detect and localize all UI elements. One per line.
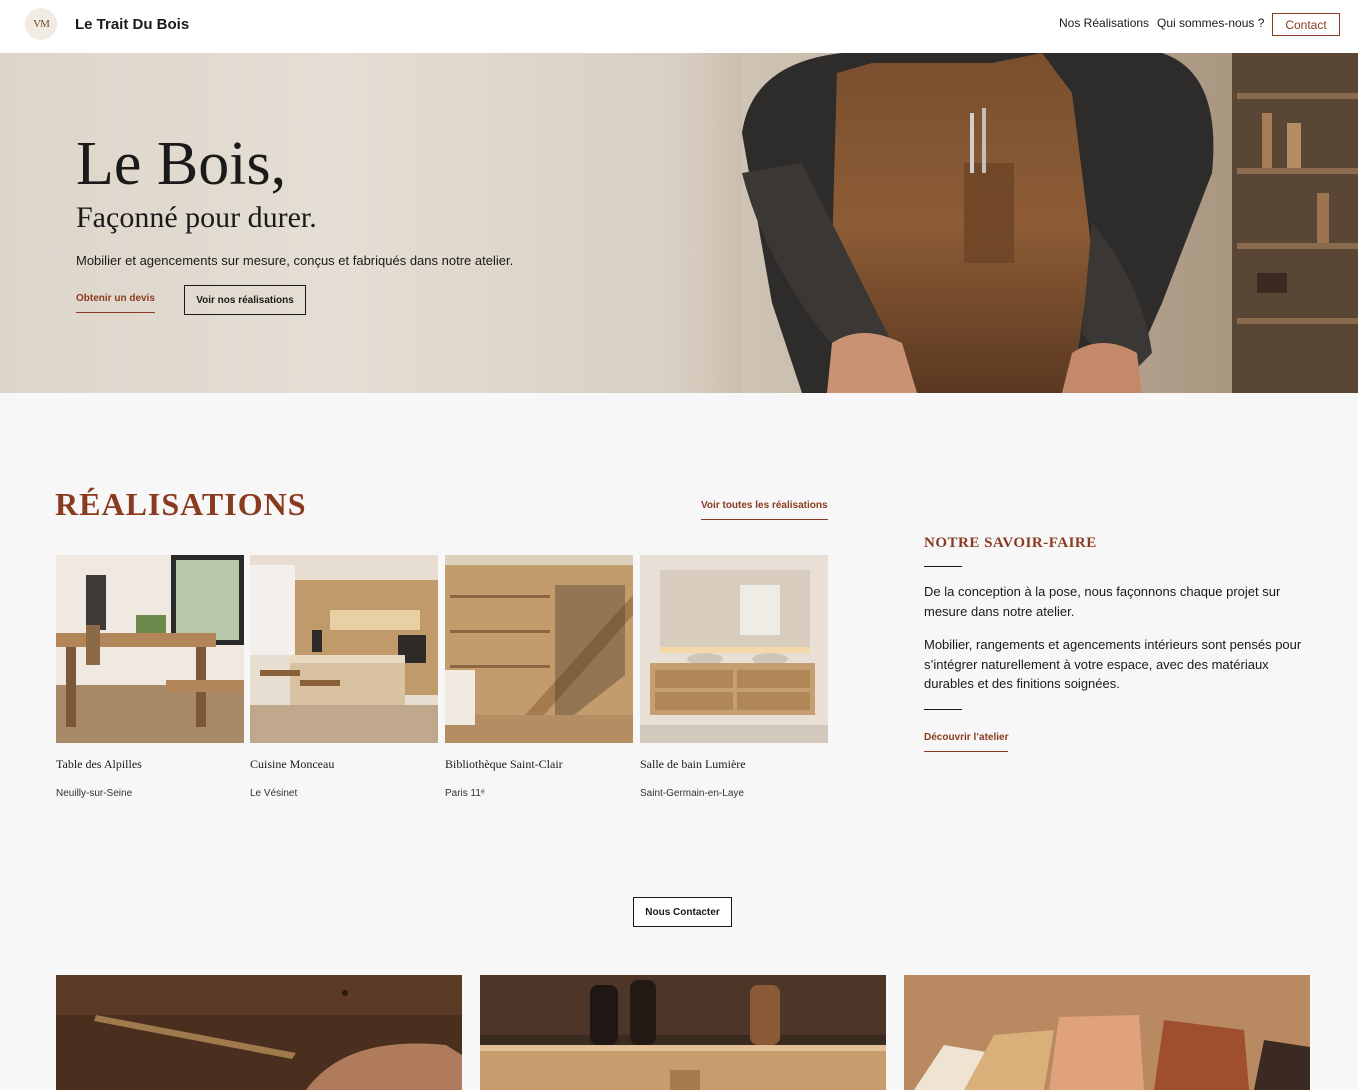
brand-logo-icon[interactable]: VM <box>25 8 57 40</box>
get-quote-link[interactable]: Obtenir un devis <box>76 293 155 313</box>
carpenter-photo <box>742 53 1358 393</box>
work-title: Salle de bain Lumière <box>640 757 746 771</box>
work-card[interactable]: Cuisine Monceau Le Vésinet <box>250 555 438 799</box>
site-header: VM Le Trait Du Bois Nos Réalisations Qui… <box>0 0 1358 53</box>
work-card[interactable]: Salle de bain Lumière Saint-Germain-en-L… <box>640 555 828 799</box>
hero-subtitle: Façonné pour durer. <box>76 201 317 234</box>
work-card[interactable]: Table des Alpilles Neuilly-sur-Seine <box>56 555 244 799</box>
pencil-on-wood-photo <box>56 975 462 1090</box>
realisations-title: RÉALISATIONS <box>55 486 307 522</box>
work-card[interactable]: Bibliothèque Saint-Clair Paris 11ᵉ <box>445 555 633 799</box>
table-photo <box>56 555 244 743</box>
divider <box>924 709 962 710</box>
savoir-faire-paragraph: Mobilier, rangements et agencements inté… <box>924 637 1302 691</box>
bookshelf-photo <box>445 555 633 743</box>
work-location: Paris 11ᵉ <box>445 788 485 799</box>
savoir-faire-paragraph: De la conception à la pose, nous façonno… <box>924 584 1281 619</box>
work-location: Neuilly-sur-Seine <box>56 788 133 799</box>
bathroom-photo <box>640 555 828 743</box>
hero-title: Le Bois, <box>76 130 287 198</box>
see-all-works-link[interactable]: Voir toutes les réalisations <box>701 500 828 520</box>
nav-about-link[interactable]: Qui sommes-nous ? <box>1157 16 1264 30</box>
savoir-faire-title: NOTRE SAVOIR-FAIRE <box>924 535 1097 551</box>
nav-realisations-link[interactable]: Nos Réalisations <box>1059 16 1149 30</box>
brand-name[interactable]: Le Trait Du Bois <box>75 16 189 33</box>
work-title: Table des Alpilles <box>56 757 142 771</box>
contact-us-button[interactable]: Nous Contacter <box>633 897 732 927</box>
chisels-photo <box>480 975 886 1090</box>
view-works-button[interactable]: Voir nos réalisations <box>184 285 306 315</box>
work-location: Saint-Germain-en-Laye <box>640 788 744 799</box>
discover-workshop-link[interactable]: Découvrir l’atelier <box>924 732 1009 752</box>
hero-description: Mobilier et agencements sur mesure, conç… <box>76 253 514 268</box>
work-title: Cuisine Monceau <box>250 757 335 771</box>
kitchen-photo <box>250 555 438 743</box>
divider <box>924 566 962 567</box>
work-location: Le Vésinet <box>250 788 298 799</box>
work-title: Bibliothèque Saint-Clair <box>445 757 563 771</box>
wood-samples-photo <box>904 975 1310 1090</box>
hero-section: Le Bois, Façonné pour durer. Mobilier et… <box>0 53 1358 393</box>
nav-contact-button[interactable]: Contact <box>1272 13 1340 36</box>
